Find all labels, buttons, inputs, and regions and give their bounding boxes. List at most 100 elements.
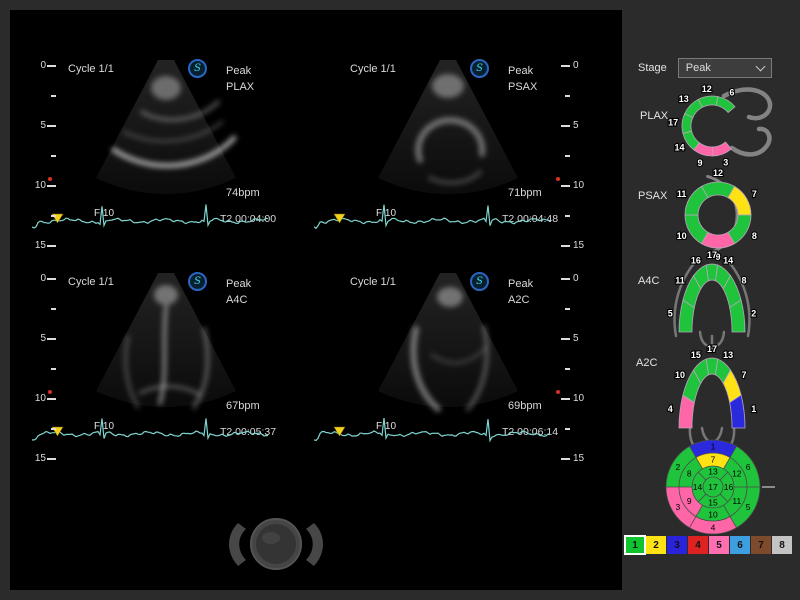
score-6-swatch[interactable]: 6 [730,536,750,554]
score-1-swatch[interactable]: 1 [625,536,645,554]
segment-number: 15 [691,350,701,360]
stage-dropdown-value: Peak [686,62,711,74]
segment-number: 7 [741,370,746,380]
ruler-tick [51,368,56,370]
ruler-tick [561,338,570,340]
ruler-label: 0 [32,273,46,284]
cycle-label: Cycle 1/1 [350,276,396,288]
frequency-label: F 10 [94,208,114,219]
s-badge-icon: S [470,272,489,291]
segment-number: 14 [693,482,703,492]
segment-number: 10 [708,510,718,520]
quadrant-a2c[interactable]: Cycle 1/1 S Peak A2C 69bpm T2 00:06:14 F… [310,268,596,476]
ruler-label: 10 [32,180,46,191]
ruler-label: 15 [32,240,46,251]
quadrant-plax[interactable]: Cycle 1/1 S Peak PLAX 74bpm T2 00:04:00 … [28,55,314,263]
ruler-label: 15 [573,453,587,464]
diagram-outline [732,129,769,154]
ruler-label: 15 [573,240,587,251]
ruler-tick [51,215,56,217]
segment-6[interactable] [716,97,735,113]
analysis-panel: Stage Peak PLAX 39141713126 PSAX 1278910… [622,10,800,590]
ruler-tick [561,458,570,460]
stage-dropdown[interactable]: Peak [678,58,772,78]
depth-ruler: 051015 [556,65,586,265]
score-5-swatch[interactable]: 5 [709,536,729,554]
ruler-tick [51,155,56,157]
ruler-tick [47,278,56,280]
score-4-swatch[interactable]: 4 [688,536,708,554]
chevron-down-icon [755,62,765,72]
frequency-label: F 10 [376,421,396,432]
segment-number: 14 [674,143,684,153]
a4c-segment-diagram[interactable]: 51116171482 [662,248,777,352]
ruler-tick [561,398,570,400]
ruler-tick [561,185,570,187]
ruler-tick [561,278,570,280]
segment-number: 6 [729,88,734,98]
ruler-tick [51,308,56,310]
plax-segment-diagram[interactable]: 39141713126 [660,84,790,176]
stage-row: Stage Peak [638,58,772,78]
segment-number: 13 [679,94,689,104]
ruler-tick [47,398,56,400]
ruler-tick [561,245,570,247]
ruler-tick [565,428,570,430]
segment-number: 12 [713,168,723,178]
ruler-tick [51,95,56,97]
segment-number: 8 [741,276,746,286]
quadrant-psax[interactable]: Cycle 1/1 S Peak PSAX 71bpm T2 00:04:48 … [310,55,596,263]
segment-3[interactable] [713,142,732,156]
segment-number: 13 [708,467,718,477]
ruler-tick [47,245,56,247]
focus-marker-icon [556,390,560,394]
ruler-tick [47,125,56,127]
ecg-waveform [314,418,550,441]
bullseye-plot[interactable]: 1234567891011121314151617 [648,434,783,546]
diagram-label-a2c: A2C [636,357,657,369]
segment-number: 4 [668,404,673,414]
ultrasound-screen: Cycle 1/1 S Peak PLAX 74bpm T2 00:04:00 … [10,10,622,590]
score-3-swatch[interactable]: 3 [667,536,687,554]
segment-number: 10 [675,370,685,380]
quadrant-a4c[interactable]: Cycle 1/1 S Peak A4C 67bpm T2 00:05:37 F… [28,268,314,476]
focus-marker-icon [48,390,52,394]
depth-ruler: 051015 [32,65,62,265]
stage-label: Peak [508,63,537,79]
ruler-tick [51,428,56,430]
segment-number: 12 [702,84,712,94]
cycle-label: Cycle 1/1 [68,276,114,288]
segment-number: 3 [723,158,728,168]
score-2-swatch[interactable]: 2 [646,536,666,554]
segment-number: 6 [746,462,751,472]
s-badge-icon: S [470,59,489,78]
segment-number: 11 [675,276,685,286]
segment-12[interactable] [698,96,718,107]
segment-number: 7 [711,455,716,465]
segment-number: 15 [708,498,718,508]
ruler-label: 10 [573,393,587,404]
view-label: A4C [226,292,251,308]
cycle-label: Cycle 1/1 [350,63,396,75]
segment-number: 16 [691,256,701,266]
segment-number: 4 [711,523,716,533]
ecg-waveform [32,418,268,440]
trackball-icon [220,516,332,574]
score-8-swatch[interactable]: 8 [772,536,792,554]
frequency-label: F 10 [376,208,396,219]
ecg-waveform [32,205,268,228]
ruler-label: 15 [32,453,46,464]
segment-number: 17 [668,118,678,128]
score-7-swatch[interactable]: 7 [751,536,771,554]
ruler-label: 0 [32,60,46,71]
s-badge-icon: S [188,59,207,78]
ruler-tick [47,65,56,67]
stage-label: Peak [226,276,251,292]
ruler-label: 5 [573,120,587,131]
ruler-tick [565,215,570,217]
segment-number: 8 [687,468,692,478]
ruler-tick [47,185,56,187]
segment-number: 8 [752,231,757,241]
ecg-waveform [314,205,550,229]
score-legend: 1 2 3 4 5 6 7 8 [625,536,792,554]
